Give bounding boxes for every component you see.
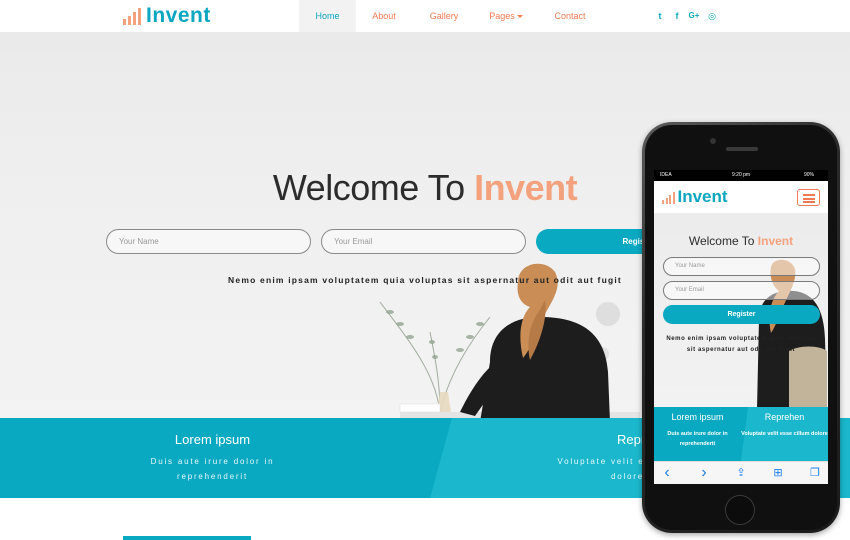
hamburger-menu-icon[interactable] [797, 189, 820, 206]
phone-hero-title-prefix: Welcome To [688, 234, 755, 248]
facebook-icon[interactable]: f [670, 9, 684, 23]
phone-mockup: IDEA 9:20 pm 90% Invent Welcome To Inven… [642, 122, 840, 533]
speaker-grille [726, 147, 758, 151]
phone-logo-text: Invent [677, 187, 728, 206]
twitter-icon[interactable]: t [653, 9, 667, 23]
phone-screen: IDEA 9:20 pm 90% Invent Welcome To Inven… [654, 170, 828, 484]
bookmarks-icon[interactable]: ⊞ [771, 466, 785, 480]
caret-down-icon [516, 15, 523, 19]
phone-hero: Welcome To Invent Your Name Your Email R… [654, 214, 828, 407]
phone-feature-text-2: Voluptate velit esse cillum dolore [741, 431, 828, 437]
section-accent-bar [123, 536, 251, 540]
hero-title-prefix: Welcome To [272, 167, 465, 208]
logo-bars-icon [662, 192, 675, 204]
nav-item-about[interactable]: About [360, 0, 408, 32]
logo-text: Invent [146, 4, 211, 27]
nav-item-gallery[interactable]: Gallery [418, 0, 470, 32]
logo-bars-icon [123, 7, 141, 25]
front-camera-icon [710, 138, 716, 144]
nav-item-home[interactable]: Home [299, 0, 356, 32]
phone-hero-tagline: Nemo enim ipsam voluptatem quia voluptas… [666, 336, 816, 353]
feature-title-1: Lorem ipsum [174, 432, 251, 447]
phone-hero-title-accent: Invent [757, 234, 794, 248]
phone-browser-toolbar: ‹ › ⇪ ⊞ ❐ [654, 461, 828, 484]
phone-feature-band: Lorem ipsum Duis aute irure dolor in rep… [654, 407, 828, 461]
nav-item-pages-label: Pages [489, 11, 515, 21]
tabs-icon[interactable]: ❐ [808, 466, 822, 480]
phone-header: Invent [654, 181, 828, 214]
woman-at-desk-illustration [379, 263, 640, 418]
top-navbar: Invent Home About Gallery Pages Contact … [0, 0, 850, 32]
phone-logo[interactable]: Invent [662, 188, 728, 206]
home-button-icon [725, 495, 755, 525]
phone-feature-title-1: Lorem ipsum [671, 412, 724, 422]
phone-feature-title-2: Reprehen [764, 412, 805, 422]
phone-email-input[interactable]: Your Email [663, 281, 820, 300]
phone-hero-title: Welcome To Invent [654, 234, 828, 248]
phone-feature-text-1: Duis aute irure dolor in reprehenderit [667, 431, 728, 447]
status-time: 9:20 pm [732, 172, 751, 178]
phone-name-input[interactable]: Your Name [663, 257, 820, 276]
site-logo[interactable]: Invent [123, 4, 211, 28]
nav-item-contact[interactable]: Contact [544, 0, 596, 32]
phone-register-button[interactable]: Register [663, 305, 820, 324]
nav-item-pages[interactable]: Pages [480, 0, 532, 32]
google-plus-icon[interactable]: G+ [687, 9, 701, 23]
forward-icon[interactable]: › [697, 465, 711, 481]
feature-text-1: Duis aute irure dolor in reprehenderit [150, 457, 275, 481]
email-input[interactable]: Your Email [321, 229, 526, 254]
share-icon[interactable]: ⇪ [734, 466, 748, 480]
phone-status-bar: IDEA 9:20 pm 90% [654, 170, 828, 181]
back-icon[interactable]: ‹ [660, 465, 674, 481]
name-input[interactable]: Your Name [106, 229, 311, 254]
status-carrier: IDEA [660, 172, 672, 178]
status-battery: 90% [804, 172, 815, 178]
hero-title-accent: Invent [474, 167, 578, 208]
dribbble-icon[interactable]: ◎ [705, 9, 719, 23]
